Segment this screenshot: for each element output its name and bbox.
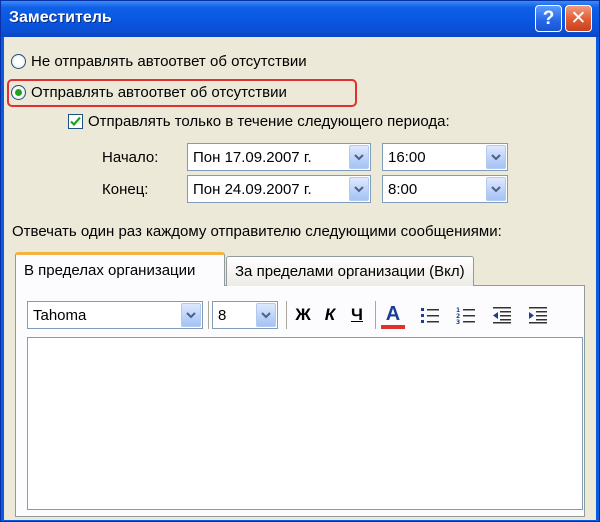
dialog-body: Не отправлять автоответ об отсутствии От… bbox=[4, 37, 596, 520]
end-time-combo[interactable]: 8:00 bbox=[382, 175, 508, 203]
checkmark-icon bbox=[70, 116, 81, 127]
font-color-button[interactable]: A bbox=[381, 303, 405, 329]
toolbar-separator bbox=[375, 301, 376, 329]
radio-button-selected[interactable] bbox=[11, 85, 26, 100]
increase-indent-icon bbox=[529, 307, 547, 324]
start-time-dropdown-button[interactable] bbox=[486, 145, 506, 169]
radio-dot bbox=[15, 89, 22, 96]
font-size-combo[interactable]: 8 bbox=[212, 301, 278, 329]
chevron-down-icon bbox=[491, 153, 501, 160]
radio-no-autoreply[interactable]: Не отправлять автоответ об отсутствии bbox=[11, 53, 307, 70]
chevron-down-icon bbox=[354, 185, 364, 192]
radio-button[interactable] bbox=[11, 54, 26, 69]
start-label: Начало: bbox=[102, 149, 159, 166]
out-of-office-dialog: Заместитель ? ✕ Не отправлять автоответ … bbox=[0, 0, 600, 522]
font-value: Tahoma bbox=[33, 306, 87, 324]
help-button[interactable]: ? bbox=[535, 5, 562, 32]
title-bar[interactable]: Заместитель ? ✕ bbox=[1, 1, 599, 37]
start-time-value: 16:00 bbox=[388, 148, 426, 166]
font-combo[interactable]: Tahoma bbox=[27, 301, 203, 329]
chevron-down-icon bbox=[491, 185, 501, 192]
radio-no-autoreply-label: Не отправлять автоответ об отсутствии bbox=[31, 53, 307, 70]
increase-indent-button[interactable] bbox=[526, 303, 550, 327]
end-time-value: 8:00 bbox=[388, 180, 418, 198]
only-period-checkbox-row[interactable]: Отправлять только в течение следующего п… bbox=[68, 113, 450, 130]
italic-button[interactable]: К bbox=[318, 303, 342, 327]
radio-send-autoreply-label: Отправлять автоответ об отсутствии bbox=[31, 84, 287, 101]
chevron-down-icon bbox=[186, 311, 196, 318]
font-size-value: 8 bbox=[218, 306, 227, 324]
font-size-dropdown-button[interactable] bbox=[256, 303, 276, 327]
font-dropdown-button[interactable] bbox=[181, 303, 201, 327]
only-period-checkbox[interactable] bbox=[68, 114, 83, 129]
numbered-list-icon: 1 2 3 bbox=[456, 307, 475, 324]
toolbar-separator bbox=[286, 301, 287, 329]
end-date-value: Пон 24.09.2007 г. bbox=[193, 180, 312, 198]
start-date-combo[interactable]: Пон 17.09.2007 г. bbox=[187, 143, 371, 171]
start-date-value: Пон 17.09.2007 г. bbox=[193, 148, 312, 166]
start-date-dropdown-button[interactable] bbox=[349, 145, 369, 169]
numbering-button[interactable]: 1 2 3 bbox=[454, 303, 478, 327]
chevron-down-icon bbox=[354, 153, 364, 160]
radio-send-autoreply[interactable]: Отправлять автоответ об отсутствии bbox=[11, 84, 287, 101]
tab-inside-org-label: В пределах организации bbox=[24, 262, 196, 279]
tab-outside-org[interactable]: За пределами организации (Вкл) bbox=[226, 256, 474, 286]
decrease-indent-button[interactable] bbox=[490, 303, 514, 327]
message-editor[interactable] bbox=[27, 337, 583, 510]
end-time-dropdown-button[interactable] bbox=[486, 177, 506, 201]
start-time-combo[interactable]: 16:00 bbox=[382, 143, 508, 171]
svg-text:3: 3 bbox=[456, 319, 460, 324]
underline-button[interactable]: Ч bbox=[345, 303, 369, 327]
end-date-combo[interactable]: Пон 24.09.2007 г. bbox=[187, 175, 371, 203]
toolbar-separator bbox=[208, 301, 209, 329]
end-date-dropdown-button[interactable] bbox=[349, 177, 369, 201]
end-label: Конец: bbox=[102, 181, 149, 198]
tab-outside-org-label: За пределами организации (Вкл) bbox=[235, 263, 465, 280]
reply-instruction: Отвечать один раз каждому отправителю сл… bbox=[12, 223, 502, 240]
decrease-indent-icon bbox=[493, 307, 511, 324]
tab-inside-org[interactable]: В пределах организации bbox=[15, 252, 225, 286]
bullets-button[interactable] bbox=[418, 303, 442, 327]
bold-button[interactable]: Ж bbox=[291, 303, 315, 327]
window-title: Заместитель bbox=[9, 9, 112, 26]
only-period-label: Отправлять только в течение следующего п… bbox=[88, 113, 450, 130]
close-button[interactable]: ✕ bbox=[565, 5, 592, 32]
chevron-down-icon bbox=[261, 311, 271, 318]
bulleted-list-icon bbox=[421, 308, 439, 323]
